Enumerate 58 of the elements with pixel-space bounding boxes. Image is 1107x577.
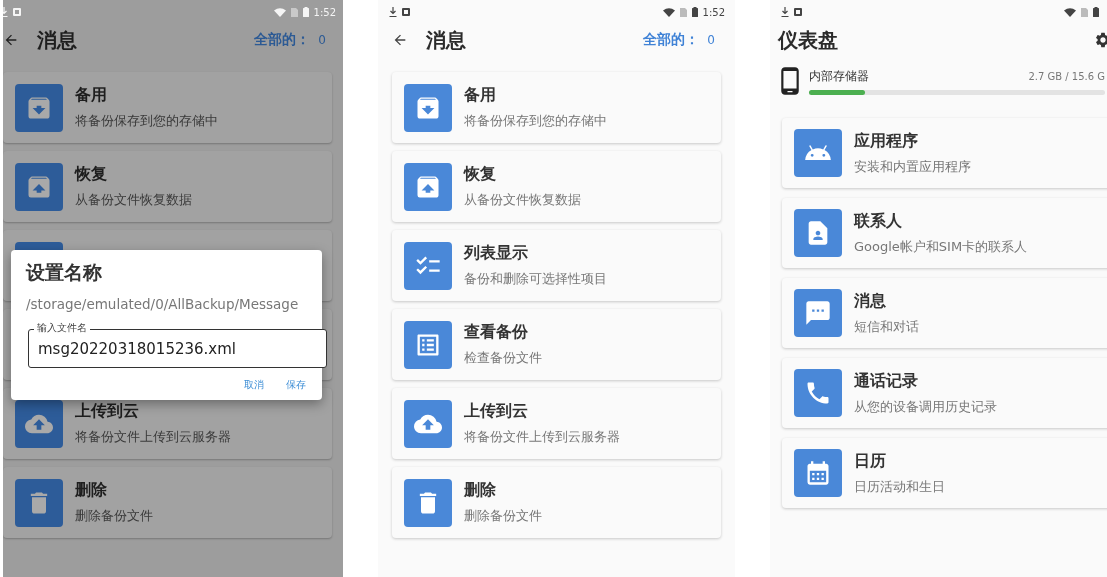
card-title: 上传到云 xyxy=(75,401,140,422)
card-subtitle: 备份和删除可选择性项目 xyxy=(464,270,607,288)
menu-card[interactable]: 备用 将备份保存到您的存储中 xyxy=(392,72,721,143)
field-label: 输入文件名 xyxy=(34,322,90,334)
menu-card[interactable]: 日历 日历活动和生日 xyxy=(782,438,1107,508)
card-title: 查看备份 xyxy=(464,322,529,343)
screen-title: 仪表盘 xyxy=(778,26,838,54)
total-label: 全部的： xyxy=(254,31,311,49)
card-title: 恢复 xyxy=(464,164,497,185)
menu-card[interactable]: 删除 删除备份文件 xyxy=(392,467,721,538)
card-subtitle: 安装和内置应用程序 xyxy=(854,157,971,176)
storage-usage: 2.7 GB / 15.6 G xyxy=(1028,70,1105,82)
screen-title: 消息 xyxy=(37,26,77,54)
card-title: 联系人 xyxy=(854,210,903,232)
card-subtitle: 检查备份文件 xyxy=(464,349,542,367)
screen-title: 消息 xyxy=(426,26,466,54)
menu-card[interactable]: 恢复 从备份文件恢复数据 xyxy=(3,151,332,222)
card-subtitle: 从备份文件恢复数据 xyxy=(464,191,581,209)
card-title: 上传到云 xyxy=(464,401,529,422)
total-count: 0 xyxy=(318,33,326,47)
dialog-title: 设置名称 xyxy=(26,260,103,285)
card-title: 通话记录 xyxy=(854,370,919,392)
menu-card[interactable]: 通话记录 从您的设备调用历史记录 xyxy=(782,358,1107,428)
card-subtitle: 将备份保存到您的存储中 xyxy=(464,112,607,130)
card-title: 恢复 xyxy=(75,164,108,185)
total-label: 全部的： xyxy=(643,31,700,49)
menu-card[interactable]: 上传到云 将备份文件上传到云服务器 xyxy=(392,388,721,459)
total-count: 0 xyxy=(707,33,715,47)
card-title: 日历 xyxy=(854,450,887,472)
card-title: 备用 xyxy=(75,85,108,106)
storage-label: 内部存储器 xyxy=(809,67,869,85)
menu-card[interactable]: 应用程序 安装和内置应用程序 xyxy=(782,118,1107,188)
card-subtitle: 删除备份文件 xyxy=(75,507,153,525)
menu-card[interactable]: 联系人 Google帐户和SIM卡的联系人 xyxy=(782,198,1107,268)
menu-card[interactable]: 备用 将备份保存到您的存储中 xyxy=(3,72,332,143)
card-subtitle: 从您的设备调用历史记录 xyxy=(854,397,997,416)
status-time: 1:52 xyxy=(313,6,336,18)
menu-card[interactable]: 列表显示 备份和删除可选择性项目 xyxy=(392,230,721,301)
card-title: 应用程序 xyxy=(854,130,919,152)
card-title: 删除 xyxy=(464,480,497,501)
card-title: 列表显示 xyxy=(464,243,529,264)
card-title: 消息 xyxy=(854,290,887,312)
card-subtitle: 短信和对话 xyxy=(854,317,919,336)
card-subtitle: 日历活动和生日 xyxy=(854,477,945,496)
status-time: 1:52 xyxy=(702,6,725,18)
card-title: 删除 xyxy=(75,480,108,501)
card-subtitle: 将备份文件上传到云服务器 xyxy=(75,428,231,446)
menu-card[interactable]: 恢复 从备份文件恢复数据 xyxy=(392,151,721,222)
card-subtitle: 将备份保存到您的存储中 xyxy=(75,112,218,130)
card-subtitle: Google帐户和SIM卡的联系人 xyxy=(854,237,1028,256)
card-subtitle: 将备份文件上传到云服务器 xyxy=(464,428,620,446)
menu-card[interactable]: 查看备份 检查备份文件 xyxy=(392,309,721,380)
menu-card[interactable]: 删除 删除备份文件 xyxy=(3,467,332,538)
menu-card[interactable]: 消息 短信和对话 xyxy=(782,278,1107,348)
folder-path: /storage/emulated/0/AllBackup/Message xyxy=(26,296,300,312)
card-subtitle: 从备份文件恢复数据 xyxy=(75,191,192,209)
card-subtitle: 删除备份文件 xyxy=(464,507,542,525)
card-title: 备用 xyxy=(464,85,497,106)
